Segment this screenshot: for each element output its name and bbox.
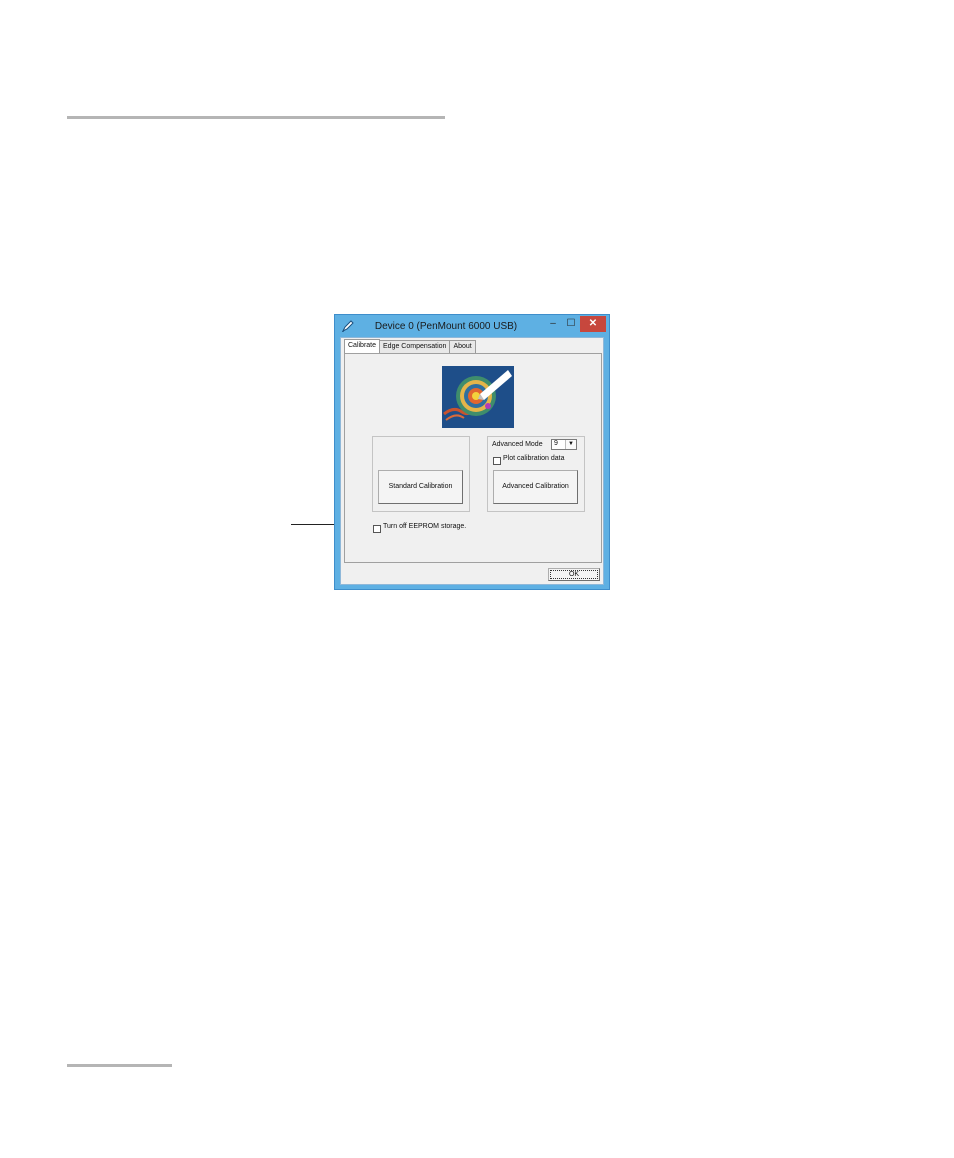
- standard-calibration-button[interactable]: Standard Calibration: [378, 470, 463, 504]
- calibrate-panel: Standard Calibration Advanced Mode 9 ▼ P…: [344, 353, 602, 563]
- target-pen-icon: [442, 366, 514, 428]
- client-area: Calibrate Edge Compensation About Standa…: [340, 337, 604, 585]
- plot-calibration-checkbox[interactable]: [493, 457, 501, 465]
- tab-strip: Calibrate Edge Compensation About: [344, 339, 476, 354]
- chevron-down-icon[interactable]: ▼: [565, 440, 576, 449]
- maximize-button[interactable]: ☐: [562, 316, 580, 332]
- plot-calibration-label[interactable]: Plot calibration data: [503, 455, 564, 462]
- tab-about[interactable]: About: [449, 340, 476, 354]
- advanced-calibration-button[interactable]: Advanced Calibration: [493, 470, 578, 504]
- title-bar[interactable]: Device 0 (PenMount 6000 USB) – ☐ ✕: [335, 315, 609, 337]
- eeprom-checkbox-label[interactable]: Turn off EEPROM storage.: [383, 523, 466, 530]
- tab-edge-compensation[interactable]: Edge Compensation: [379, 340, 451, 354]
- ok-button[interactable]: OK: [548, 568, 600, 581]
- minimize-button[interactable]: –: [544, 316, 562, 332]
- close-button[interactable]: ✕: [580, 316, 606, 332]
- eeprom-checkbox[interactable]: [373, 525, 381, 533]
- advanced-calibration-group: Advanced Mode 9 ▼ Plot calibration data …: [487, 436, 585, 512]
- advanced-mode-label: Advanced Mode: [492, 441, 543, 448]
- standard-calibration-group: Standard Calibration: [372, 436, 470, 512]
- advanced-mode-select[interactable]: 9 ▼: [551, 439, 577, 450]
- bottom-rule: [67, 1064, 172, 1067]
- tab-calibrate[interactable]: Calibrate: [344, 339, 381, 354]
- pennmount-dialog: Device 0 (PenMount 6000 USB) – ☐ ✕ Calib…: [334, 314, 610, 590]
- advanced-mode-value: 9: [554, 440, 558, 447]
- top-rule: [67, 116, 445, 119]
